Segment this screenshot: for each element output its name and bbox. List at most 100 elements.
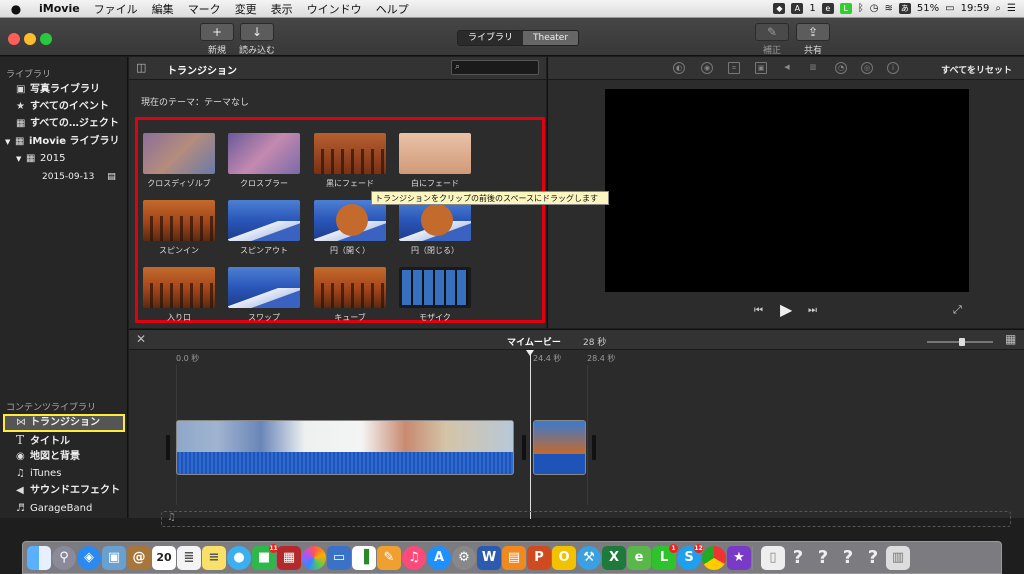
ibooks-icon[interactable]: ▤: [502, 545, 526, 570]
sidebar-item-transitions[interactable]: ⋈ トランジション: [16, 415, 100, 431]
transition-thumb-circle-close[interactable]: [399, 200, 471, 241]
numbers-icon[interactable]: ▐: [352, 545, 376, 570]
music-well[interactable]: ♫: [161, 511, 1011, 527]
sidebar-item-sound-effects[interactable]: ◀ サウンドエフェクト: [16, 483, 120, 499]
transition-thumb-spin-out[interactable]: [228, 200, 300, 241]
adjust-button[interactable]: ✎: [755, 23, 789, 41]
spotlight-icon[interactable]: ⌕: [995, 3, 1001, 14]
notes-icon[interactable]: ≡: [202, 545, 226, 570]
close-icon[interactable]: ✕: [136, 332, 146, 346]
pages-icon[interactable]: ✎: [377, 545, 401, 570]
zoom-window-button[interactable]: [40, 33, 52, 45]
new-button[interactable]: +: [200, 23, 234, 41]
evernote-icon[interactable]: e: [821, 3, 834, 14]
chrome-icon[interactable]: [702, 545, 726, 570]
transition-thumb-swap[interactable]: [228, 267, 300, 308]
transition-thumb-fade-to-black[interactable]: [314, 133, 386, 174]
video-preview[interactable]: [605, 89, 969, 292]
time-machine-icon[interactable]: ◷: [870, 3, 879, 14]
sidebar-item-maps[interactable]: ◉ 地図と背景: [16, 449, 80, 465]
sidebar-item-photos[interactable]: ▣ 写真ライブラリ: [16, 82, 100, 98]
sidebar-item-itunes[interactable]: ♫ iTunes: [16, 466, 61, 482]
menu-app-name[interactable]: iMovie: [32, 2, 87, 15]
menu-window[interactable]: ウインドウ: [300, 1, 369, 17]
sidebar-item-garageband[interactable]: ♬ GarageBand: [16, 501, 92, 517]
finder-icon[interactable]: [27, 545, 51, 570]
calendar-icon[interactable]: 20: [152, 545, 176, 570]
battery-percent[interactable]: 51%: [917, 3, 939, 14]
unknown-app-icon[interactable]: ?: [811, 546, 835, 570]
facetime-icon[interactable]: ■ 11: [252, 543, 278, 570]
transition-thumb-doorway[interactable]: [143, 267, 215, 308]
preview-icon[interactable]: ▣: [102, 545, 126, 570]
keynote-icon[interactable]: ▭: [327, 545, 351, 570]
skip-back-icon[interactable]: ⏮: [754, 305, 763, 316]
menu-edit[interactable]: 編集: [145, 1, 181, 17]
transition-thumb-mosaic[interactable]: [399, 267, 471, 308]
stabilization-icon[interactable]: ▣: [755, 62, 767, 74]
trash-icon[interactable]: ▥: [886, 545, 910, 570]
battery-icon[interactable]: ▭: [945, 3, 954, 14]
reset-all-button[interactable]: すべてをリセット: [941, 63, 1012, 76]
play-icon[interactable]: ▶: [780, 300, 792, 319]
menu-modify[interactable]: 変更: [228, 1, 264, 17]
xcode-icon[interactable]: ⚒: [577, 545, 601, 570]
search-input[interactable]: ⌕: [451, 60, 539, 75]
sidebar-item-all-projects[interactable]: ▦ すべての…ジェクト: [16, 116, 119, 132]
close-window-button[interactable]: [8, 33, 20, 45]
imovie-icon[interactable]: ★: [727, 545, 751, 570]
contacts-icon[interactable]: @: [127, 545, 151, 570]
evernote-icon[interactable]: e: [627, 545, 651, 570]
clip-trim-handle[interactable]: [592, 435, 596, 460]
sidebar-item-titles[interactable]: T タイトル: [16, 432, 70, 448]
excel-icon[interactable]: X: [602, 545, 626, 570]
tab-theater[interactable]: Theater: [523, 31, 579, 45]
wifi-icon[interactable]: ≋: [885, 3, 893, 14]
notification-center-icon[interactable]: ☰: [1007, 3, 1016, 14]
minimize-window-button[interactable]: [24, 33, 36, 45]
sidebar-toggle-icon[interactable]: ◫: [136, 61, 146, 74]
fullscreen-icon[interactable]: ⤢: [953, 303, 962, 317]
transition-thumb-cube[interactable]: [314, 267, 386, 308]
playhead[interactable]: [526, 350, 534, 519]
menu-view[interactable]: 表示: [264, 1, 300, 17]
transition-thumb-cross-blur[interactable]: [228, 133, 300, 174]
unknown-app-icon[interactable]: ?: [836, 546, 860, 570]
clip-trim-handle[interactable]: [522, 435, 526, 460]
sidebar-item-year[interactable]: ▼ ▦ 2015: [16, 151, 65, 167]
clock[interactable]: 19:59: [961, 3, 990, 14]
reminders-icon[interactable]: ≣: [177, 545, 201, 570]
crop-icon[interactable]: ⌗: [728, 62, 740, 74]
zoom-slider-knob[interactable]: [959, 338, 965, 346]
transition-thumb-fade-to-white[interactable]: [399, 133, 471, 174]
filmstrip-settings-icon[interactable]: ▦: [1005, 332, 1016, 346]
bluetooth-icon[interactable]: ᛒ: [858, 3, 864, 14]
photo-booth-icon[interactable]: ▦: [277, 545, 301, 570]
input-method-icon[interactable]: あ: [898, 3, 911, 14]
unknown-app-icon[interactable]: ?: [861, 546, 885, 570]
transition-thumb-circle-open[interactable]: [314, 200, 386, 241]
menu-mark[interactable]: マーク: [181, 1, 228, 17]
menu-help[interactable]: ヘルプ: [369, 1, 416, 17]
clip-trim-handle[interactable]: [166, 435, 170, 460]
line-icon[interactable]: L: [839, 3, 852, 14]
disclosure-down-icon[interactable]: ▼: [16, 151, 26, 167]
dropbox-icon[interactable]: ◆: [773, 3, 786, 14]
video-clip[interactable]: [533, 420, 586, 475]
launchpad-icon[interactable]: ⚲: [52, 545, 76, 570]
itunes-icon[interactable]: ♫: [402, 545, 426, 570]
skip-forward-icon[interactable]: ⏭: [808, 305, 817, 316]
color-correction-icon[interactable]: ◉: [701, 62, 713, 74]
system-preferences-icon[interactable]: ⚙: [452, 545, 476, 570]
photos-icon[interactable]: [302, 545, 326, 570]
word-icon[interactable]: W: [477, 545, 501, 570]
apple-menu-icon[interactable]: ●: [0, 2, 32, 16]
import-button[interactable]: ↓: [240, 23, 274, 41]
sidebar-item-all-events[interactable]: ★ すべてのイベント: [16, 99, 109, 115]
skype-icon[interactable]: S 12: [677, 543, 703, 570]
powerpoint-icon[interactable]: P: [527, 545, 551, 570]
menu-file[interactable]: ファイル: [87, 1, 145, 17]
zoom-slider[interactable]: [927, 338, 993, 346]
sidebar-item-imovie-library[interactable]: ▼ ▦ iMovie ライブラリ: [5, 134, 119, 150]
tab-library[interactable]: ライブラリ: [458, 31, 524, 45]
